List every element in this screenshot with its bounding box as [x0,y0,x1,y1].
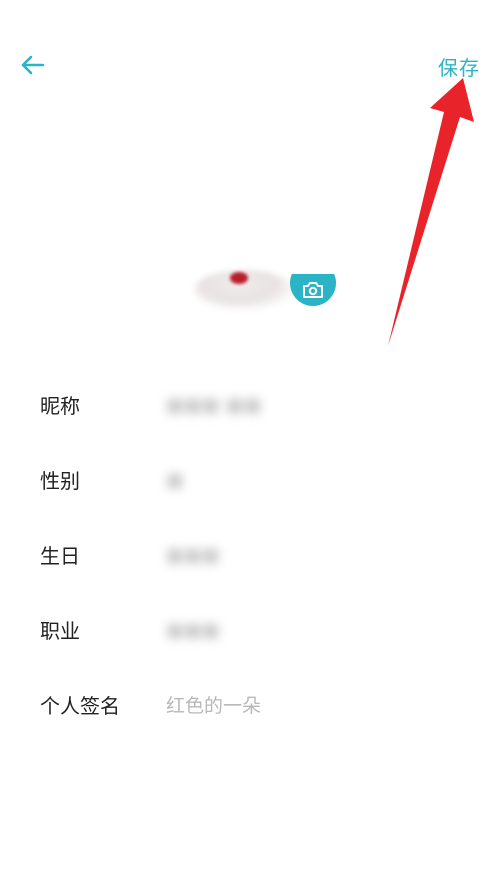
save-button[interactable]: 保存 [438,52,480,81]
field-label: 个人签名 [40,694,120,718]
occupation-value[interactable]: ■■■ [166,619,220,641]
field-occupation[interactable]: 职业 ■■■ [0,592,500,667]
birthday-value[interactable]: ■■■ [166,544,220,566]
nickname-value[interactable]: ■■■ ■■ [166,394,262,416]
field-label: 性别 [40,469,80,493]
field-label: 昵称 [40,394,80,418]
change-avatar-button[interactable] [290,274,336,306]
camera-icon [303,282,323,298]
field-label: 职业 [40,619,80,643]
gender-value[interactable]: ■ [166,469,184,491]
back-button[interactable] [14,50,50,80]
field-signature[interactable]: 个人签名 红色的一朵 [0,667,500,742]
field-nickname[interactable]: 昵称 ■■■ ■■ [0,367,500,442]
top-bar: 保存 [0,0,500,130]
avatar-detail [230,272,248,284]
field-label: 生日 [40,544,80,568]
signature-value[interactable]: 红色的一朵 [166,691,261,718]
avatar-section [180,260,350,320]
field-gender[interactable]: 性别 ■ [0,442,500,517]
arrow-left-icon [21,55,45,75]
profile-form: 昵称 ■■■ ■■ 性别 ■ 生日 ■■■ 职业 ■■■ 个人签名 红色的一朵 [0,367,500,742]
field-birthday[interactable]: 生日 ■■■ [0,517,500,592]
